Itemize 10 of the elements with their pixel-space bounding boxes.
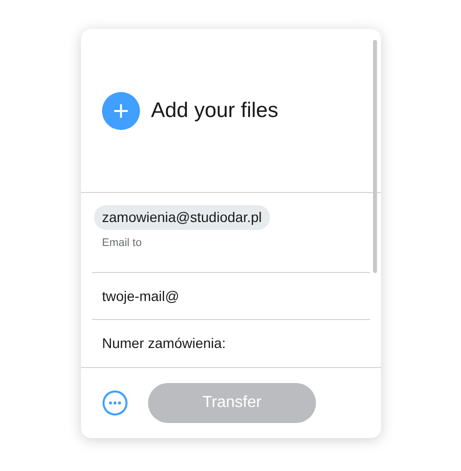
add-button[interactable]	[102, 92, 140, 130]
text-field[interactable]: twoje-mail@	[92, 273, 370, 319]
add-files-label[interactable]: Add your files	[151, 94, 278, 126]
more-icon	[102, 390, 128, 416]
recipient-chip[interactable]: zamowienia@studiodar.pl	[94, 205, 270, 230]
email-to-label: Email to	[101, 236, 143, 251]
plus-icon	[114, 104, 128, 118]
text-field[interactable]: Numer zamówienia:	[92, 320, 370, 366]
more-button[interactable]	[102, 390, 128, 416]
scrollbar[interactable]	[373, 40, 377, 273]
